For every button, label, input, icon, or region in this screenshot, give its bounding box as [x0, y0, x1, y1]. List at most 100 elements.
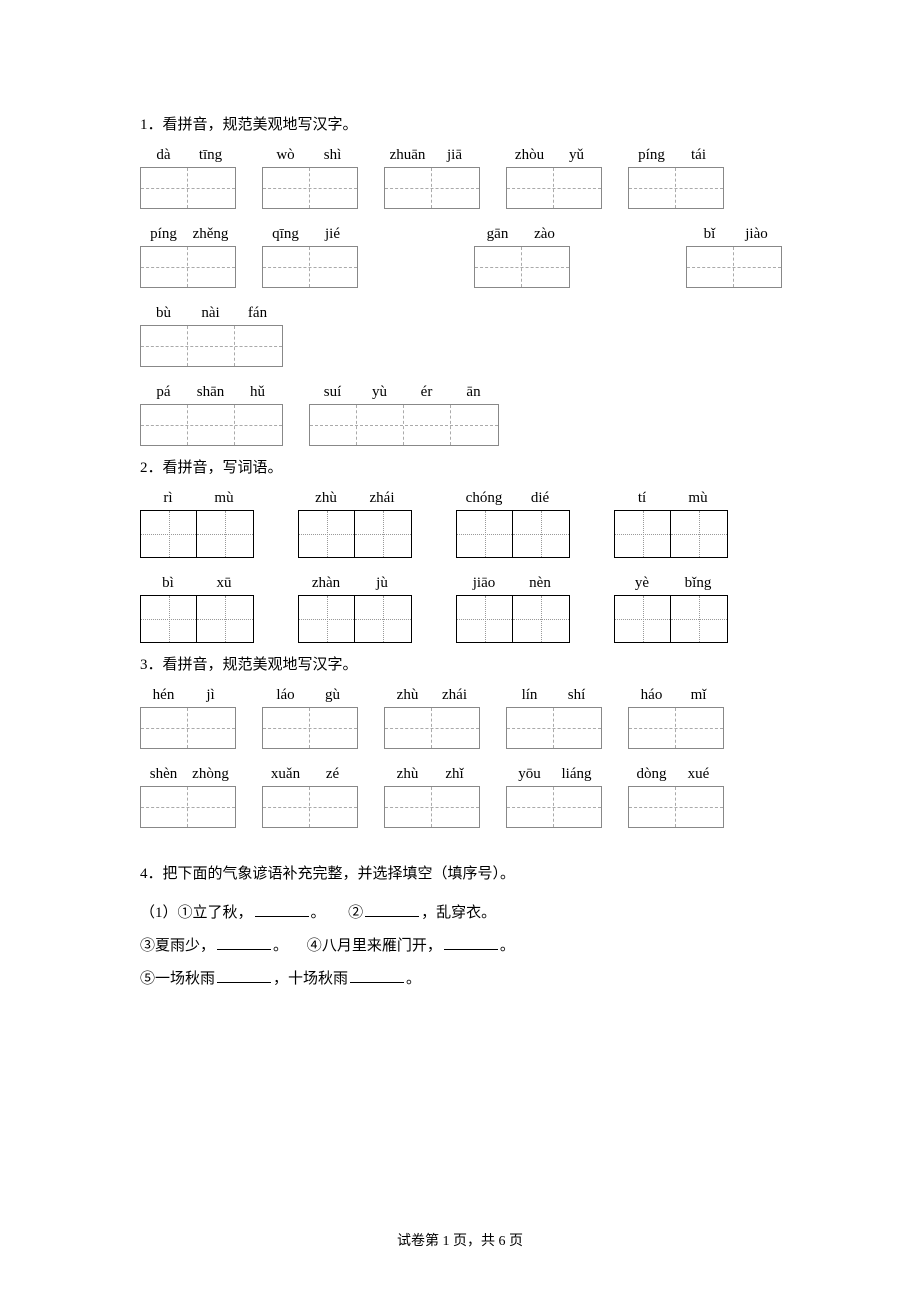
writing-grid[interactable]: [506, 707, 602, 749]
writing-cell[interactable]: [457, 511, 513, 557]
writing-cell[interactable]: [404, 405, 451, 445]
writing-cell[interactable]: [385, 708, 432, 748]
writing-cell[interactable]: [141, 511, 197, 557]
writing-cell[interactable]: [310, 708, 357, 748]
writing-cell[interactable]: [513, 596, 569, 642]
writing-cell[interactable]: [671, 511, 727, 557]
writing-grid[interactable]: [140, 404, 283, 446]
writing-cell[interactable]: [507, 787, 554, 827]
writing-grid[interactable]: [456, 510, 570, 558]
writing-grid[interactable]: [140, 246, 236, 288]
writing-cell[interactable]: [513, 511, 569, 557]
writing-grid[interactable]: [614, 595, 728, 643]
writing-cell[interactable]: [676, 168, 723, 208]
writing-cell[interactable]: [522, 247, 569, 287]
writing-grid[interactable]: [140, 510, 254, 558]
writing-cell[interactable]: [507, 168, 554, 208]
writing-cell[interactable]: [299, 596, 355, 642]
writing-grid[interactable]: [140, 595, 254, 643]
writing-cell[interactable]: [197, 596, 253, 642]
blank[interactable]: [365, 901, 419, 917]
writing-cell[interactable]: [263, 247, 310, 287]
writing-cell[interactable]: [734, 247, 781, 287]
writing-cell[interactable]: [188, 168, 235, 208]
writing-grid[interactable]: [506, 167, 602, 209]
writing-grid[interactable]: [614, 510, 728, 558]
writing-cell[interactable]: [355, 596, 411, 642]
blank[interactable]: [217, 967, 271, 983]
writing-grid[interactable]: [140, 786, 236, 828]
blank[interactable]: [217, 934, 271, 950]
writing-cell[interactable]: [615, 596, 671, 642]
writing-cell[interactable]: [188, 247, 235, 287]
writing-cell[interactable]: [554, 708, 601, 748]
writing-cell[interactable]: [671, 596, 727, 642]
writing-grid[interactable]: [628, 786, 724, 828]
writing-cell[interactable]: [357, 405, 404, 445]
writing-grid[interactable]: [384, 786, 480, 828]
writing-cell[interactable]: [141, 787, 188, 827]
writing-cell[interactable]: [263, 708, 310, 748]
writing-cell[interactable]: [310, 247, 357, 287]
writing-cell[interactable]: [235, 405, 282, 445]
writing-cell[interactable]: [188, 708, 235, 748]
writing-grid[interactable]: [686, 246, 782, 288]
writing-grid[interactable]: [262, 707, 358, 749]
writing-grid[interactable]: [140, 707, 236, 749]
blank[interactable]: [444, 934, 498, 950]
writing-cell[interactable]: [141, 168, 188, 208]
writing-cell[interactable]: [457, 596, 513, 642]
writing-cell[interactable]: [554, 168, 601, 208]
writing-cell[interactable]: [141, 326, 188, 366]
writing-grid[interactable]: [262, 786, 358, 828]
writing-cell[interactable]: [615, 511, 671, 557]
writing-grid[interactable]: [262, 246, 358, 288]
writing-grid[interactable]: [262, 167, 358, 209]
writing-cell[interactable]: [432, 168, 479, 208]
blank[interactable]: [350, 967, 404, 983]
writing-cell[interactable]: [676, 708, 723, 748]
writing-cell[interactable]: [141, 405, 188, 445]
writing-cell[interactable]: [629, 787, 676, 827]
writing-cell[interactable]: [263, 787, 310, 827]
writing-grid[interactable]: [456, 595, 570, 643]
writing-cell[interactable]: [676, 787, 723, 827]
writing-cell[interactable]: [310, 787, 357, 827]
writing-grid[interactable]: [298, 595, 412, 643]
writing-cell[interactable]: [263, 168, 310, 208]
writing-cell[interactable]: [385, 787, 432, 827]
writing-cell[interactable]: [385, 168, 432, 208]
writing-cell[interactable]: [629, 168, 676, 208]
writing-grid[interactable]: [628, 707, 724, 749]
writing-cell[interactable]: [554, 787, 601, 827]
writing-cell[interactable]: [310, 168, 357, 208]
writing-cell[interactable]: [141, 708, 188, 748]
blank[interactable]: [255, 901, 309, 917]
writing-cell[interactable]: [188, 787, 235, 827]
writing-grid[interactable]: [140, 325, 283, 367]
writing-cell[interactable]: [141, 596, 197, 642]
writing-grid[interactable]: [506, 786, 602, 828]
writing-cell[interactable]: [310, 405, 357, 445]
writing-grid[interactable]: [384, 167, 480, 209]
writing-cell[interactable]: [507, 708, 554, 748]
writing-grid[interactable]: [298, 510, 412, 558]
writing-cell[interactable]: [432, 787, 479, 827]
writing-cell[interactable]: [629, 708, 676, 748]
writing-grid[interactable]: [628, 167, 724, 209]
writing-grid[interactable]: [309, 404, 499, 446]
writing-grid[interactable]: [140, 167, 236, 209]
writing-cell[interactable]: [355, 511, 411, 557]
writing-cell[interactable]: [188, 326, 235, 366]
writing-cell[interactable]: [687, 247, 734, 287]
writing-grid[interactable]: [474, 246, 570, 288]
writing-cell[interactable]: [432, 708, 479, 748]
writing-cell[interactable]: [197, 511, 253, 557]
writing-cell[interactable]: [141, 247, 188, 287]
writing-cell[interactable]: [235, 326, 282, 366]
writing-cell[interactable]: [451, 405, 498, 445]
writing-grid[interactable]: [384, 707, 480, 749]
writing-cell[interactable]: [475, 247, 522, 287]
writing-cell[interactable]: [299, 511, 355, 557]
writing-cell[interactable]: [188, 405, 235, 445]
